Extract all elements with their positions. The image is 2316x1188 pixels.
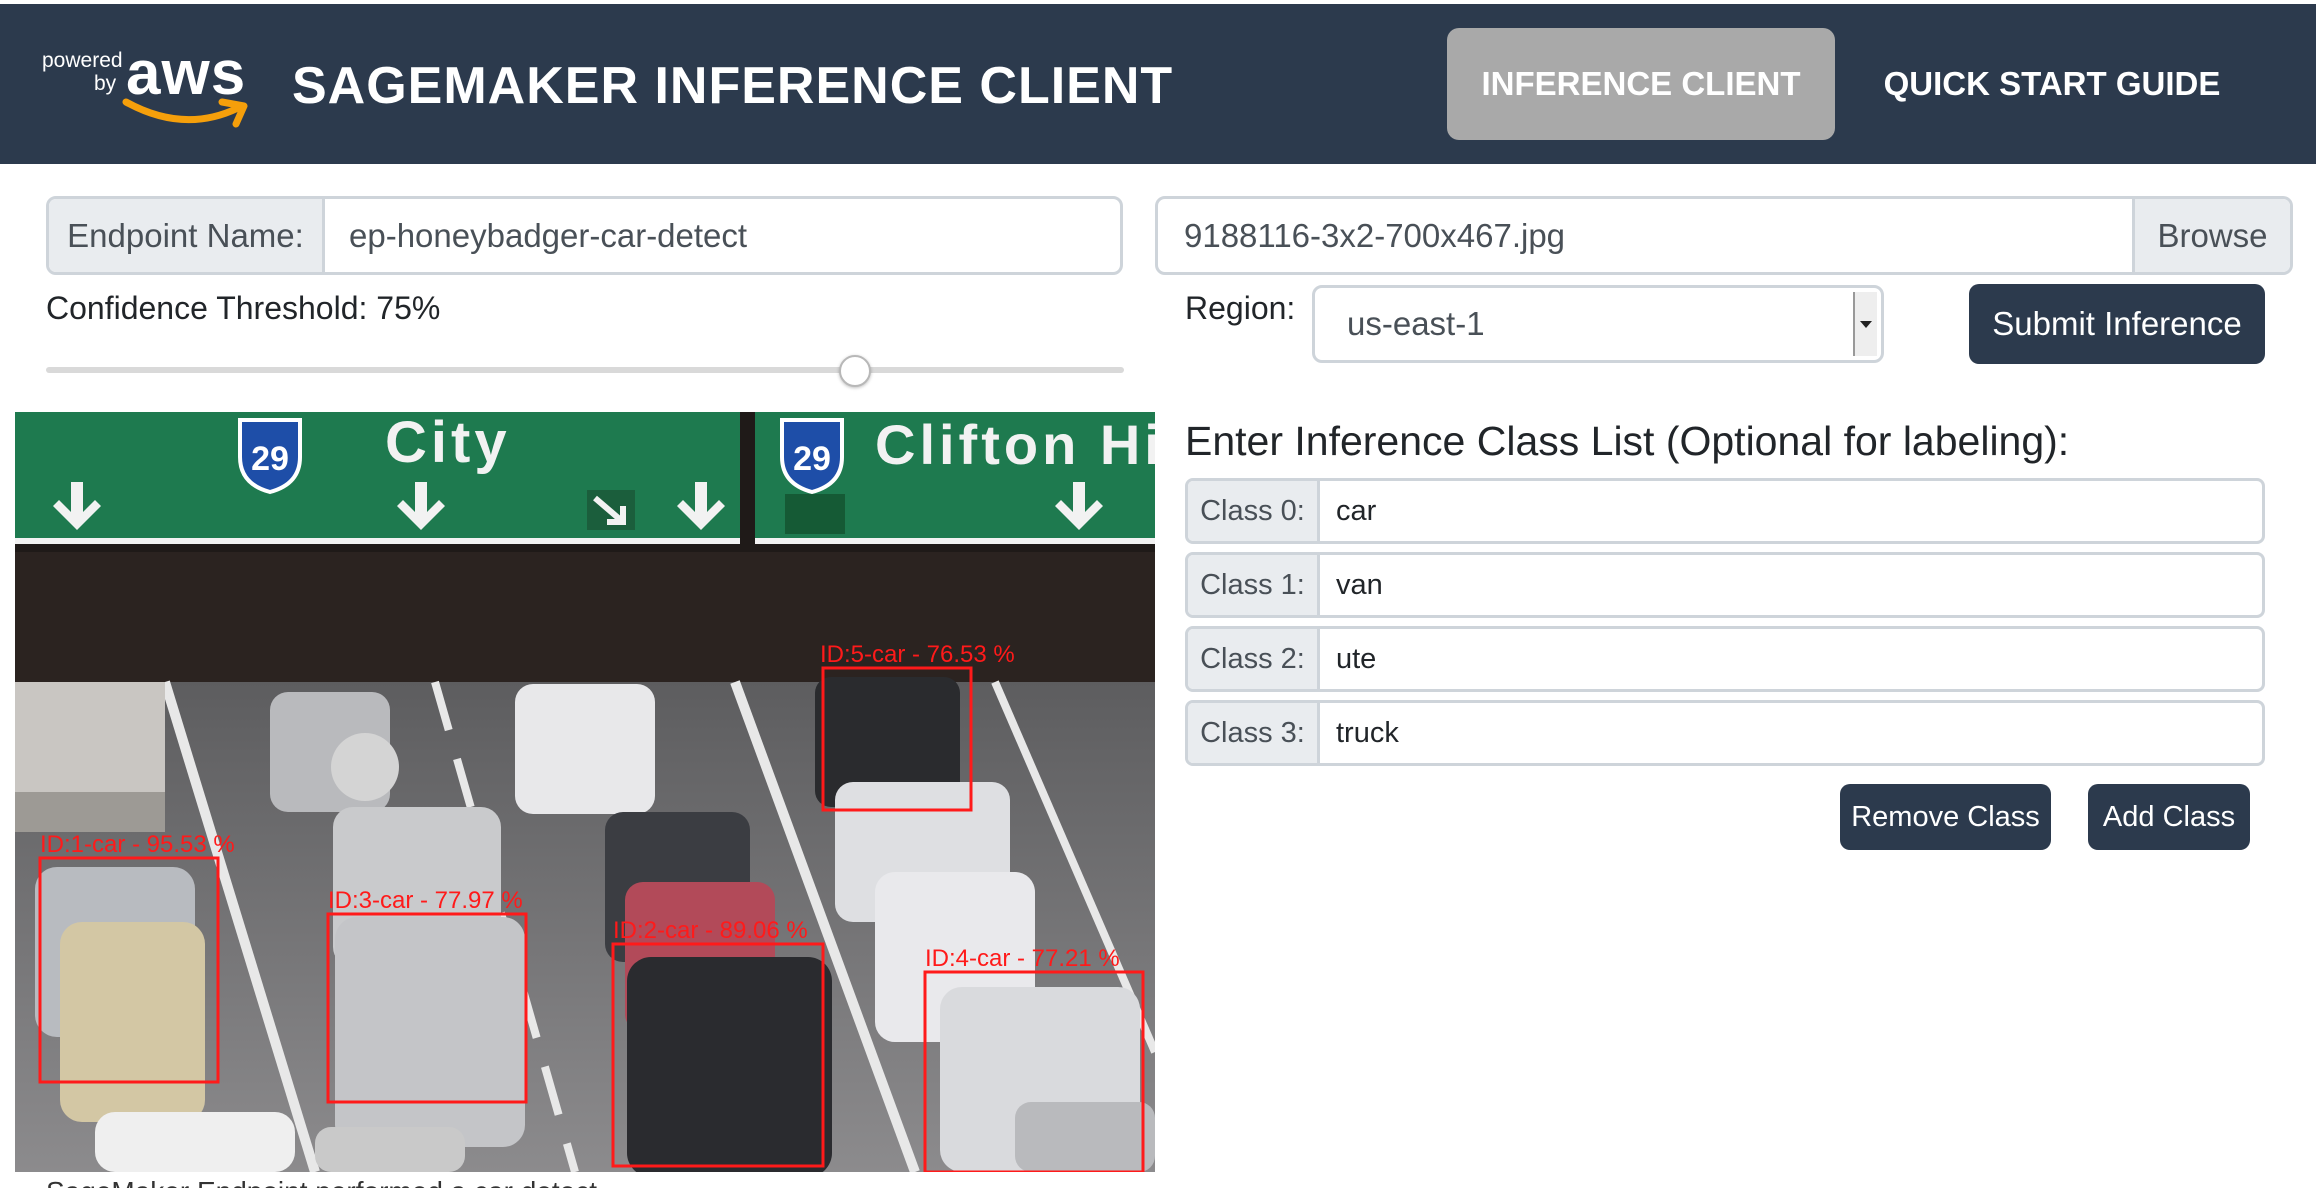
class-label: Class 1: [1188, 555, 1320, 615]
endpoint-label: Endpoint Name: [49, 199, 325, 272]
sign-text-city: City [385, 412, 511, 475]
class-row: Class 2: ute [1185, 626, 2265, 692]
class-row: Class 3: truck [1185, 700, 2265, 766]
detection-label: ID:3-car - 77.97 % [328, 887, 523, 914]
browse-button[interactable]: Browse [2132, 199, 2290, 272]
class-label: Class 0: [1188, 481, 1320, 541]
threshold-slider-track[interactable] [46, 367, 1124, 373]
class-input[interactable]: van [1320, 555, 2262, 615]
route-number-label: 29 [251, 440, 289, 478]
class-list-heading: Enter Inference Class List (Optional for… [1185, 418, 2070, 464]
aws-logo: powered by aws [42, 39, 252, 134]
app-header: powered by aws SAGEMAKER INFERENCE CLIEN… [0, 4, 2316, 164]
remove-class-button[interactable]: Remove Class [1840, 784, 2051, 850]
class-label: Class 3: [1188, 703, 1320, 763]
result-caption: SageMaker Endpoint performed a car detec… [46, 1176, 597, 1188]
region-label: Region: [1185, 290, 1296, 326]
detection-label: ID:4-car - 77.21 % [925, 945, 1120, 972]
class-input[interactable]: truck [1320, 703, 2262, 763]
detection-label: ID:5-car - 76.53 % [820, 641, 1015, 668]
endpoint-input[interactable]: ep-honeybadger-car-detect [325, 199, 1120, 272]
threshold-slider-handle[interactable] [839, 355, 871, 387]
class-input[interactable]: car [1320, 481, 2262, 541]
inference-result-image: 29 29 City Clifton Hill ID:5-car - 76.53… [15, 412, 1155, 1172]
region-selected-value: us-east-1 [1347, 305, 1485, 342]
add-class-button[interactable]: Add Class [2088, 784, 2250, 850]
class-input[interactable]: ute [1320, 629, 2262, 689]
file-input-group: 9188116-3x2-700x467.jpg Browse [1155, 196, 2293, 275]
detection-label: ID:1-car - 95.53 % [40, 831, 235, 858]
region-select[interactable]: us-east-1 [1312, 285, 1884, 363]
route-number-label: 29 [793, 440, 831, 478]
class-row: Class 1: van [1185, 552, 2265, 618]
submit-inference-button[interactable]: Submit Inference [1969, 284, 2265, 364]
sign-text-clifton-hill: Clifton Hill [875, 413, 1155, 476]
aws-smile-icon [122, 98, 248, 128]
class-label: Class 2: [1188, 629, 1320, 689]
detection-label: ID:2-car - 89.06 % [613, 917, 808, 944]
nav-quick-start-guide[interactable]: QUICK START GUIDE [1862, 28, 2242, 140]
nav-inference-client[interactable]: INFERENCE CLIENT [1447, 28, 1835, 140]
class-row: Class 0: car [1185, 478, 2265, 544]
dropdown-arrow-icon[interactable] [1853, 292, 1877, 356]
app-title: SAGEMAKER INFERENCE CLIENT [292, 57, 1174, 115]
threshold-label: Confidence Threshold: 75% [46, 290, 441, 326]
endpoint-input-group: Endpoint Name: ep-honeybadger-car-detect [46, 196, 1123, 275]
file-name-input[interactable]: 9188116-3x2-700x467.jpg [1158, 199, 2132, 272]
